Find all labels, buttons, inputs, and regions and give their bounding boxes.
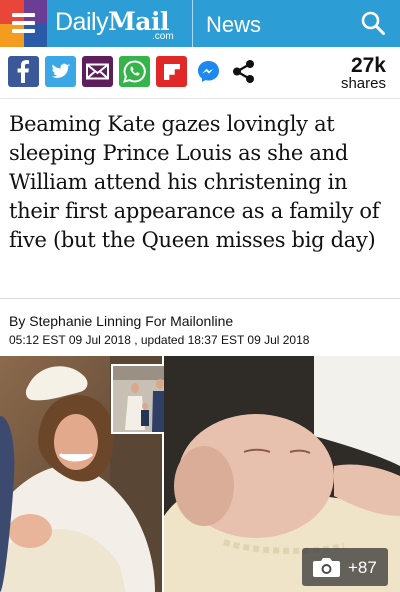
top-navigation-bar: DailyMail .com News (0, 0, 400, 47)
share-bar: 27k shares (0, 47, 400, 99)
twitter-icon (51, 63, 70, 78)
flipboard-icon (164, 64, 180, 80)
headline-divider (0, 298, 400, 299)
logo-prefix: Daily (55, 8, 109, 36)
gallery-image-count: +87 (348, 558, 377, 577)
menu-button[interactable] (0, 0, 47, 47)
messenger-share-button[interactable] (193, 56, 224, 87)
share-count-label: shares (340, 75, 386, 92)
article-hero-image[interactable]: +87 (0, 356, 400, 592)
twitter-share-button[interactable] (45, 56, 76, 87)
share-more-button[interactable] (228, 56, 259, 87)
share-count: 27k shares (341, 55, 386, 91)
article-byline[interactable]: By Stephanie Linning For Mailonline (9, 313, 233, 329)
search-icon[interactable] (360, 10, 386, 36)
section-title[interactable]: News (206, 12, 261, 38)
messenger-icon (198, 61, 219, 82)
camera-icon (313, 558, 340, 577)
article-headline: Beaming Kate gazes lovingly at sleeping … (9, 112, 380, 252)
email-share-button[interactable] (82, 56, 113, 87)
share-icon (233, 60, 254, 83)
header-divider (192, 0, 193, 47)
email-icon (86, 63, 109, 80)
facebook-share-button[interactable] (8, 56, 39, 87)
hamburger-icon (12, 13, 35, 34)
whatsapp-icon (123, 60, 146, 83)
logo-suffix: .com (152, 31, 174, 42)
gallery-badge[interactable]: +87 (302, 548, 388, 586)
whatsapp-share-button[interactable] (119, 56, 150, 87)
facebook-icon (17, 60, 29, 83)
flipboard-share-button[interactable] (156, 56, 187, 87)
article-dateline: 05:12 EST 09 Jul 2018 , updated 18:37 ES… (9, 333, 310, 347)
share-count-number: 27k (350, 54, 386, 77)
